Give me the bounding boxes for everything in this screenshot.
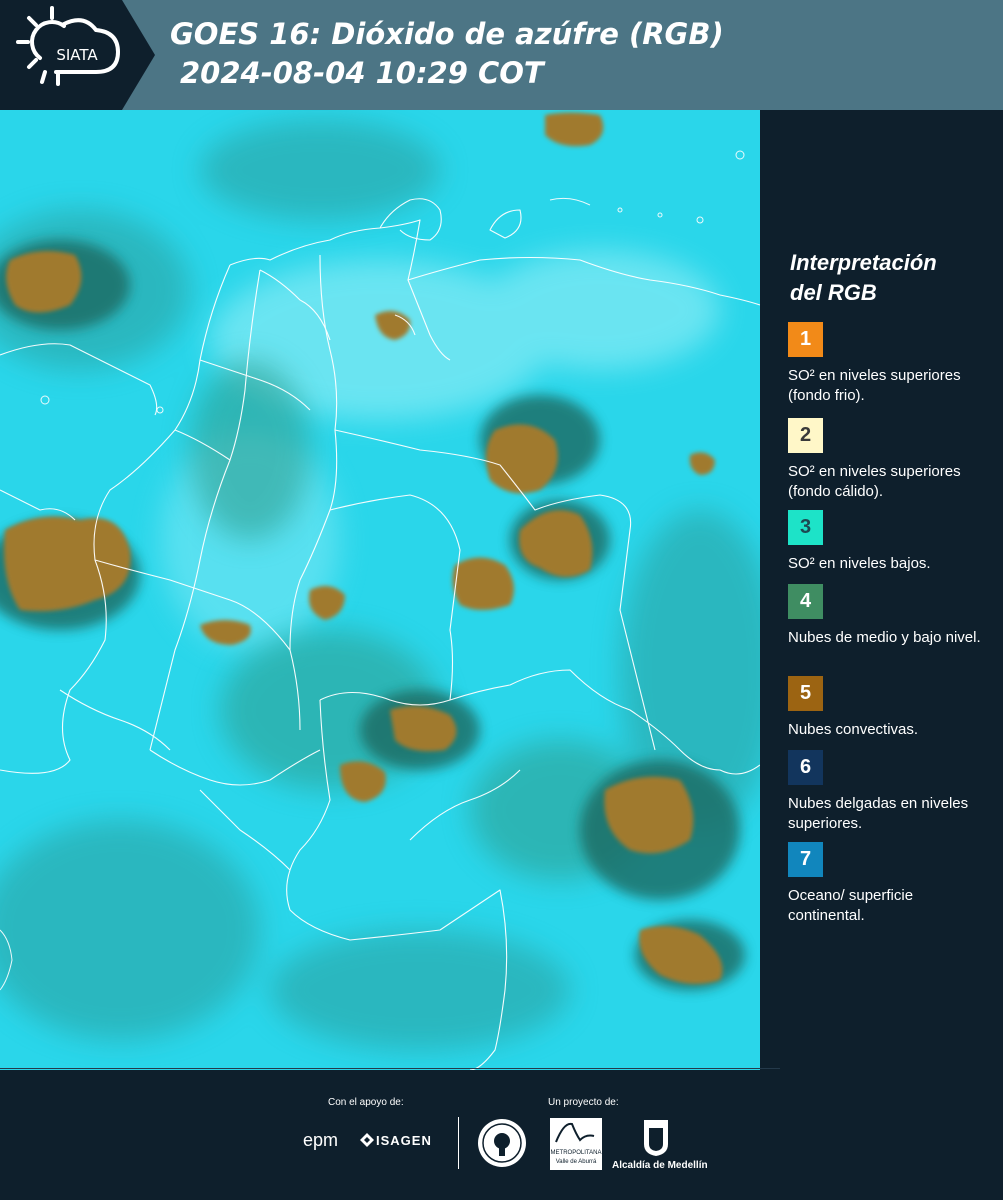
epm-logo: epm (303, 1130, 339, 1150)
legend-item-4: 4 Nubes de medio y bajo nivel. (788, 584, 988, 648)
medellin-shield-icon (644, 1120, 668, 1156)
logo-tab: SIATA (0, 0, 155, 110)
legend-text-5: Nubes convectivas. (788, 721, 919, 738)
legend-text-3: SO² en niveles bajos. (788, 555, 931, 572)
legend-swatch-1: 1 (788, 322, 823, 357)
legend-text-7: Oceano/ superficie continental. (788, 887, 914, 924)
legend-swatch-4: 4 (788, 584, 823, 619)
isagen-mark-icon (360, 1133, 374, 1147)
area-line2: Valle de Aburrá (555, 1159, 597, 1165)
footer-vertical-divider (458, 1117, 459, 1169)
legend-text-6: Nubes delgadas en niveles superiores. (788, 795, 969, 832)
legend-swatch-5: 5 (788, 676, 823, 711)
legend-text-1: SO² en niveles superiores (fondo frio). (788, 367, 961, 404)
footer-divider (0, 1068, 780, 1069)
area-metropolitana-script-icon (555, 1122, 595, 1143)
support-label: Con el apoyo de: (328, 1097, 404, 1108)
area-metropolitana-logo: METROPOLITANA Valle de Aburrá (550, 1118, 602, 1170)
university-seal-icon (478, 1119, 526, 1167)
isagen-text: ISAGEN (376, 1133, 432, 1148)
alcaldia-label: Alcaldía de Medellín (612, 1160, 708, 1171)
legend-item-7: 7 Oceano/ superficie continental. (788, 842, 988, 926)
legend-title: Interpretación del RGB (790, 248, 937, 308)
legend-text-2: SO² en niveles superiores (fondo cálido)… (788, 463, 961, 500)
legend-text-4: Nubes de medio y bajo nivel. (788, 629, 981, 646)
legend-swatch-6: 6 (788, 750, 823, 785)
page-timestamp: 2024-08-04 10:29 COT (180, 56, 544, 90)
logo-text: SIATA (56, 46, 98, 64)
legend-title-line1: Interpretación (790, 250, 937, 275)
legend-swatch-7: 7 (788, 842, 823, 877)
legend-item-6: 6 Nubes delgadas en niveles superiores. (788, 750, 988, 834)
header-bar: SIATA GOES 16: Dióxido de azúfre (RGB) 2… (0, 0, 1003, 110)
legend-item-3: 3 SO² en niveles bajos. (788, 510, 988, 574)
legend-item-5: 5 Nubes convectivas. (788, 676, 988, 740)
page-title: GOES 16: Dióxido de azúfre (RGB) (170, 17, 724, 51)
legend-title-line2: del RGB (790, 280, 877, 305)
area-line1: METROPOLITANA (550, 1150, 602, 1156)
satellite-map (0, 110, 760, 1070)
legend-item-2: 2 SO² en niveles superiores (fondo cálid… (788, 418, 988, 502)
legend-item-1: 1 SO² en niveles superiores (fondo frio)… (788, 322, 988, 406)
project-label: Un proyecto de: (548, 1097, 619, 1108)
legend-swatch-2: 2 (788, 418, 823, 453)
legend-swatch-3: 3 (788, 510, 823, 545)
